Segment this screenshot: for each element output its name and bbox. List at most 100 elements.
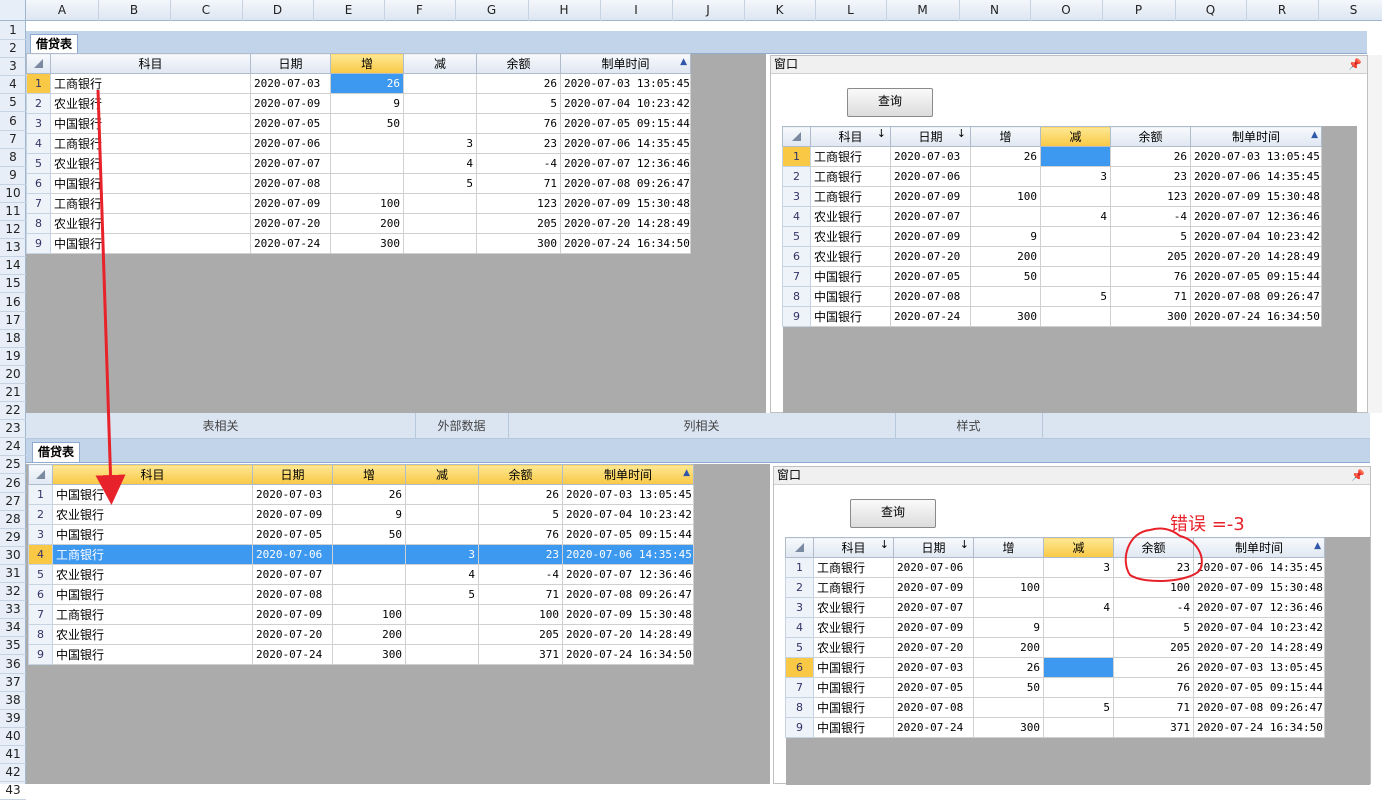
header-increase[interactable]: 增	[330, 53, 404, 74]
select-all-corner[interactable]	[0, 0, 26, 21]
cell-dec[interactable]	[405, 504, 479, 525]
header-created[interactable]: 制单时间 ▲	[560, 53, 691, 74]
cell-date[interactable]: 2020-07-03	[890, 146, 971, 167]
cell-bal[interactable]: 205	[478, 624, 563, 645]
cell-subject[interactable]: 中国银行	[50, 173, 251, 194]
row-number[interactable]: 7	[785, 677, 814, 698]
row-header[interactable]: 27	[0, 492, 26, 511]
sheet-tab-top[interactable]: 借贷表	[30, 34, 79, 54]
row-number[interactable]: 7	[782, 266, 811, 287]
cell-inc[interactable]: 26	[970, 146, 1041, 167]
cell-time[interactable]: 2020-07-05 09:15:44	[1190, 266, 1322, 287]
cell-inc[interactable]: 50	[330, 113, 404, 134]
row-header[interactable]: 29	[0, 528, 26, 547]
cell-time[interactable]: 2020-07-06 14:35:45	[1190, 166, 1322, 187]
row-header[interactable]: 1	[0, 21, 26, 40]
cell-subject[interactable]: 工商银行	[810, 186, 891, 207]
cell-dec[interactable]	[403, 233, 477, 254]
row-header[interactable]: 6	[0, 112, 26, 131]
row-header[interactable]: 28	[0, 510, 26, 529]
row-header[interactable]: 4	[0, 75, 26, 95]
ribbon-group-table[interactable]: 表相关	[26, 413, 416, 438]
cell-time[interactable]: 2020-07-20 14:28:49	[1190, 246, 1322, 267]
cell-date[interactable]: 2020-07-07	[893, 597, 974, 618]
column-header[interactable]: F	[384, 0, 456, 21]
cell-date[interactable]: 2020-07-06	[252, 544, 333, 565]
table-row[interactable]: 4 农业银行 2020-07-09 9 5 2020-07-04 10:23:42	[785, 617, 1325, 638]
table-row[interactable]: 8 中国银行 2020-07-08 5 71 2020-07-08 09:26:47	[782, 286, 1322, 307]
header-created[interactable]: 制单时间 ▲	[1190, 126, 1322, 147]
header-subject[interactable]: 科目 ↓	[813, 537, 894, 558]
cell-date[interactable]: 2020-07-09	[890, 226, 971, 247]
cell-date[interactable]: 2020-07-06	[250, 133, 331, 154]
cell-dec[interactable]: 4	[1043, 597, 1114, 618]
sheet-tab-bottom[interactable]: 借贷表	[32, 442, 81, 462]
table-row[interactable]: 8 中国银行 2020-07-08 5 71 2020-07-08 09:26:47	[785, 697, 1325, 718]
table-row[interactable]: 5 农业银行 2020-07-07 4 -4 2020-07-07 12:36:46	[28, 564, 694, 585]
row-header[interactable]: 9	[0, 166, 26, 185]
column-header[interactable]: A	[26, 0, 99, 21]
row-number[interactable]: 3	[26, 113, 51, 134]
header-created[interactable]: 制单时间 ▲	[562, 464, 694, 485]
cell-bal[interactable]: 71	[478, 584, 563, 605]
cell-bal[interactable]: 76	[1110, 266, 1191, 287]
cell-dec[interactable]: 5	[1043, 697, 1114, 718]
table-row[interactable]: 3 中国银行 2020-07-05 50 76 2020-07-05 09:15:44	[26, 113, 691, 134]
row-header[interactable]: 33	[0, 600, 26, 620]
cell-time[interactable]: 2020-07-07 12:36:46	[560, 153, 691, 174]
cell-inc[interactable]: 9	[332, 504, 406, 525]
cell-time[interactable]: 2020-07-05 09:15:44	[1193, 677, 1325, 698]
sort-arrow-icon[interactable]: ↓	[957, 128, 966, 141]
table-row[interactable]: 1 工商银行 2020-07-03 26 26 2020-07-03 13:05:45	[782, 146, 1322, 167]
row-number[interactable]: 4	[785, 617, 814, 638]
table-row[interactable]: 2 农业银行 2020-07-09 9 5 2020-07-04 10:23:42	[28, 504, 694, 525]
header-date[interactable]: 日期 ↓	[890, 126, 971, 147]
row-header[interactable]: 18	[0, 329, 26, 348]
column-header[interactable]: H	[528, 0, 601, 21]
cell-dec[interactable]: 3	[1040, 166, 1111, 187]
cell-inc[interactable]	[332, 544, 406, 565]
cell-bal[interactable]: 76	[478, 524, 563, 545]
cell-time[interactable]: 2020-07-04 10:23:42	[1193, 617, 1325, 638]
cell-inc[interactable]: 26	[330, 73, 404, 94]
cell-subject[interactable]: 农业银行	[813, 617, 894, 638]
cell-subject[interactable]: 工商银行	[52, 544, 253, 565]
cell-date[interactable]: 2020-07-09	[250, 193, 331, 214]
cell-date[interactable]: 2020-07-24	[252, 644, 333, 665]
column-header[interactable]: C	[170, 0, 243, 21]
header-created[interactable]: 制单时间 ▲	[1193, 537, 1325, 558]
cell-inc[interactable]: 100	[973, 577, 1044, 598]
cell-subject[interactable]: 工商银行	[810, 146, 891, 167]
row-header[interactable]: 11	[0, 202, 26, 221]
cell-date[interactable]: 2020-07-08	[893, 697, 974, 718]
cell-bal[interactable]: 26	[476, 73, 561, 94]
cell-time[interactable]: 2020-07-03 13:05:45	[562, 484, 694, 505]
cell-date[interactable]: 2020-07-07	[890, 206, 971, 227]
cell-bal[interactable]: 23	[476, 133, 561, 154]
cell-subject[interactable]: 中国银行	[810, 266, 891, 287]
cell-inc[interactable]: 300	[332, 644, 406, 665]
row-header[interactable]: 17	[0, 311, 26, 330]
cell-time[interactable]: 2020-07-06 14:35:45	[560, 133, 691, 154]
cell-bal[interactable]: 71	[476, 173, 561, 194]
row-header[interactable]: 21	[0, 383, 26, 402]
cell-bal[interactable]: 205	[1110, 246, 1191, 267]
row-number[interactable]: 3	[782, 186, 811, 207]
query-button-top[interactable]: 查询	[847, 88, 933, 117]
sort-arrow-icon[interactable]: ↓	[877, 128, 886, 141]
row-header[interactable]: 3	[0, 57, 26, 77]
table-row[interactable]: 5 农业银行 2020-07-07 4 -4 2020-07-07 12:36:46	[26, 153, 691, 174]
cell-date[interactable]: 2020-07-06	[893, 557, 974, 578]
cell-bal[interactable]: 26	[1110, 146, 1191, 167]
cell-subject[interactable]: 农业银行	[810, 226, 891, 247]
cell-date[interactable]: 2020-07-05	[893, 677, 974, 698]
cell-dec[interactable]	[405, 624, 479, 645]
table-row[interactable]: 5 农业银行 2020-07-20 200 205 2020-07-20 14:28:49	[785, 637, 1325, 658]
cell-subject[interactable]: 工商银行	[810, 166, 891, 187]
row-header[interactable]: 2	[0, 39, 26, 59]
cell-dec[interactable]	[1043, 677, 1114, 698]
table-row[interactable]: 8 农业银行 2020-07-20 200 205 2020-07-20 14:28:49	[26, 213, 691, 234]
column-header[interactable]: O	[1030, 0, 1103, 21]
cell-inc[interactable]	[970, 286, 1041, 307]
row-header[interactable]: 43	[0, 781, 26, 800]
